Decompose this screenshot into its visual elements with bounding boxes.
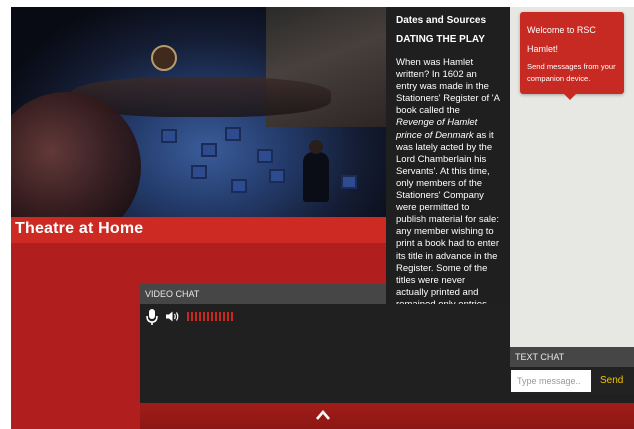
info-body-italic: Revenge of Hamlet prince of Denmark: [396, 117, 478, 141]
stage-chair: [161, 129, 177, 143]
stage-chair: [341, 175, 357, 189]
audio-level-bar: [219, 312, 221, 321]
audio-level-bar: [191, 312, 193, 321]
welcome-title: Welcome to RSC Hamlet!: [527, 25, 596, 54]
notification-tail: [564, 94, 576, 100]
video-chat-label: VIDEO CHAT: [145, 289, 200, 299]
text-chat-input[interactable]: [511, 370, 591, 392]
info-body-part2: as it was lately acted by the Lord Chamb…: [396, 129, 499, 322]
stage-chair: [225, 127, 241, 141]
video-stage[interactable]: [11, 7, 386, 217]
welcome-notification: Welcome to RSC Hamlet! Send messages fro…: [520, 12, 624, 100]
welcome-message: Send messages from your companion device…: [527, 62, 616, 83]
stage-chair: [269, 169, 285, 183]
stage-chair: [231, 179, 247, 193]
companion-panel: Welcome to RSC Hamlet! Send messages fro…: [510, 7, 634, 347]
microphone-icon[interactable]: [145, 308, 159, 326]
page-title: Theatre at Home: [15, 220, 144, 237]
stage-emblem: [151, 45, 177, 71]
chevron-up-icon[interactable]: [315, 409, 331, 421]
info-heading: Dates and Sources: [396, 15, 487, 26]
audio-level-bar: [203, 312, 205, 321]
audio-level-bar: [199, 312, 201, 321]
audio-level-bar: [231, 312, 233, 321]
audio-level-bar: [211, 312, 213, 321]
text-chat-row: Send: [510, 367, 634, 394]
info-body-part1: When was Hamlet written? In 1602 an entr…: [396, 57, 500, 117]
audio-level-bar: [215, 312, 217, 321]
audio-level-bar: [223, 312, 225, 321]
info-subheading: DATING THE PLAY: [396, 34, 485, 45]
speaker-icon[interactable]: [166, 311, 180, 322]
stage-chair: [201, 143, 217, 157]
actor-figure: [303, 140, 329, 202]
audio-level-bar: [187, 312, 189, 321]
video-chat-panel: [140, 304, 510, 403]
text-chat-label: TEXT CHAT: [515, 352, 565, 362]
info-panel[interactable]: Dates and Sources DATING THE PLAY When w…: [386, 7, 510, 347]
audio-level-bar: [195, 312, 197, 321]
title-band: Theatre at Home: [11, 217, 386, 243]
text-chat-header: TEXT CHAT: [510, 347, 634, 367]
bottom-bar[interactable]: [140, 403, 634, 429]
app-frame: Theatre at Home Dates and Sources DATING…: [11, 7, 634, 429]
info-body: When was Hamlet written? In 1602 an entr…: [396, 57, 500, 323]
video-chat-panel-edge: [510, 394, 634, 403]
audio-level-meter: [187, 312, 235, 321]
send-button[interactable]: Send: [600, 375, 623, 386]
audio-level-bar: [227, 312, 229, 321]
video-chat-header: VIDEO CHAT: [140, 284, 386, 304]
stage-chair: [191, 165, 207, 179]
audio-level-bar: [207, 312, 209, 321]
stage-chair: [257, 149, 273, 163]
